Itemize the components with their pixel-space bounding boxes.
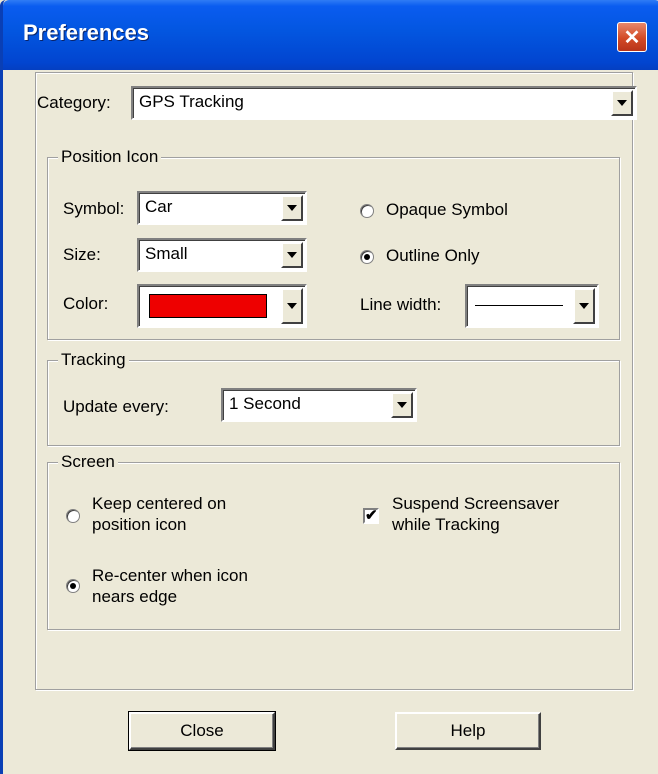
symbol-value: Car xyxy=(145,197,173,216)
suspend-screensaver-label-line1: Suspend Screensaver xyxy=(392,494,560,513)
title-bar[interactable]: Preferences ✕ xyxy=(3,0,658,78)
line-width-label: Line width: xyxy=(360,295,442,314)
chevron-down-icon[interactable] xyxy=(391,392,413,418)
update-interval-select[interactable]: 1 Second xyxy=(221,388,417,422)
opaque-symbol-label: Opaque Symbol xyxy=(386,200,508,219)
category-select[interactable]: GPS Tracking xyxy=(131,86,637,120)
window-title: Preferences xyxy=(23,20,149,45)
help-button[interactable]: Help xyxy=(395,712,541,750)
checkmark-icon: ✔ xyxy=(365,507,378,524)
chevron-down-icon[interactable] xyxy=(281,195,303,221)
update-every-label: Update every: xyxy=(63,397,169,416)
tracking-legend: Tracking xyxy=(58,350,129,370)
update-interval-value: 1 Second xyxy=(229,394,301,413)
recenter-label-line1: Re-center when icon xyxy=(92,566,248,585)
outline-only-radio[interactable] xyxy=(360,250,374,264)
size-label: Size: xyxy=(63,245,101,264)
line-width-select[interactable] xyxy=(465,284,599,328)
color-swatch xyxy=(149,294,267,318)
position-icon-legend: Position Icon xyxy=(58,147,162,167)
recenter-label-line2: nears edge xyxy=(92,587,178,606)
close-button[interactable]: Close xyxy=(128,711,276,751)
symbol-select[interactable]: Car xyxy=(137,191,307,225)
chevron-down-icon[interactable] xyxy=(573,288,595,324)
size-select[interactable]: Small xyxy=(137,238,307,272)
category-value: GPS Tracking xyxy=(139,92,244,111)
close-icon: ✕ xyxy=(623,26,641,49)
size-value: Small xyxy=(145,244,188,263)
chevron-down-icon[interactable] xyxy=(281,288,303,324)
keep-centered-radio[interactable] xyxy=(66,509,80,523)
line-width-preview xyxy=(475,305,563,306)
color-select[interactable] xyxy=(137,284,307,328)
screen-legend: Screen xyxy=(58,452,118,472)
keep-centered-label-line2: position icon xyxy=(92,515,187,534)
preferences-dialog: Preferences ✕ Category: GPS Tracking Pos… xyxy=(0,0,658,774)
opaque-symbol-radio[interactable] xyxy=(360,204,374,218)
close-window-button[interactable]: ✕ xyxy=(617,22,647,52)
keep-centered-label-line1: Keep centered on xyxy=(92,494,227,513)
category-label: Category: xyxy=(37,93,111,112)
chevron-down-icon[interactable] xyxy=(281,242,303,268)
suspend-screensaver-checkbox[interactable]: ✔ xyxy=(363,508,379,524)
symbol-label: Symbol: xyxy=(63,199,125,218)
color-label: Color: xyxy=(63,294,109,313)
outline-only-label: Outline Only xyxy=(386,246,480,265)
recenter-radio[interactable] xyxy=(66,579,80,593)
chevron-down-icon[interactable] xyxy=(611,90,633,116)
suspend-screensaver-label-line2: while Tracking xyxy=(392,515,500,534)
